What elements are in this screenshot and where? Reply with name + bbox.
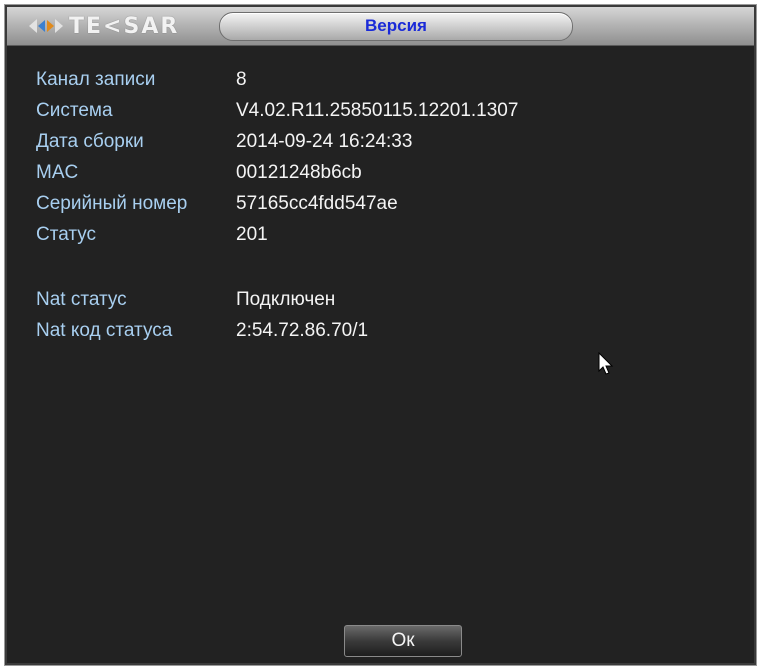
- brand-logo: TE<SAR: [27, 13, 180, 39]
- logo-text: TE<SAR: [69, 13, 180, 39]
- dialog-title-pill: Версия: [219, 12, 573, 41]
- tecsar-logo-icon: [29, 19, 63, 33]
- info-value: 201: [236, 224, 268, 245]
- info-label: Серийный номер: [36, 193, 188, 214]
- info-label: Статус: [36, 224, 97, 245]
- info-label: Nat код статуса: [36, 320, 173, 341]
- info-label: MAC: [36, 162, 79, 183]
- title-bar: TE<SAR Версия: [7, 7, 754, 46]
- info-value: 2:54.72.86.70/1: [236, 320, 369, 341]
- ok-button[interactable]: Ок: [344, 625, 462, 657]
- info-label: Система: [36, 100, 113, 121]
- info-value: 57165cc4fdd547ae: [236, 193, 398, 214]
- info-label: Дата сборки: [36, 131, 144, 152]
- info-value: V4.02.R11.25850115.12201.1307: [236, 100, 519, 121]
- mouse-pointer-icon: [598, 352, 614, 375]
- info-value: 00121248b6cb: [236, 162, 362, 183]
- info-label: Nat статус: [36, 289, 127, 310]
- info-value: Подключен: [236, 289, 336, 310]
- version-dialog: TE<SAR Версия Канал записи 8 Система V4.…: [4, 4, 757, 666]
- dialog-title: Версия: [365, 16, 427, 35]
- info-value: 8: [236, 69, 247, 90]
- info-label: Канал записи: [36, 69, 156, 90]
- info-value: 2014-09-24 16:24:33: [236, 131, 413, 152]
